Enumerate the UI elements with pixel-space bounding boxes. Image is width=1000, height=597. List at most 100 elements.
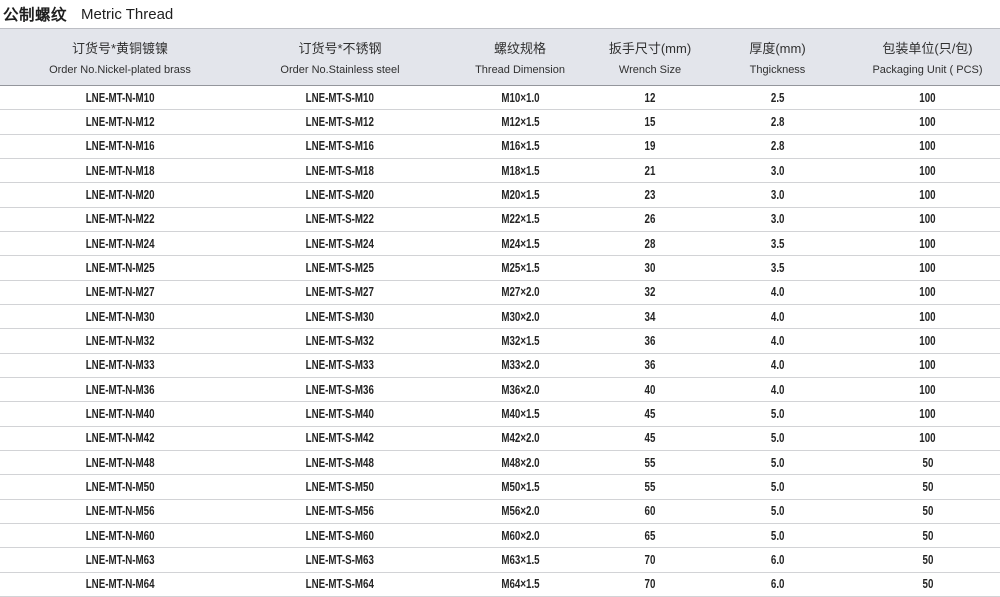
page-title: 公制螺纹 Metric Thread — [0, 0, 1000, 28]
table-cell-thickness: 3.0 — [700, 183, 855, 206]
table-cell-order-no-stainless: LNE-MT-S-M16 — [240, 135, 440, 158]
table-cell-wrench-size: 45 — [600, 427, 700, 450]
table-cell-order-no-brass: LNE-MT-N-M56 — [0, 500, 240, 523]
table-cell-wrench-size: 55 — [600, 451, 700, 474]
table-cell-thickness: 4.0 — [700, 305, 855, 328]
table-cell-packaging-unit: 100 — [855, 208, 1000, 231]
table-cell-packaging-unit: 100 — [855, 378, 1000, 401]
table-row: LNE-MT-N-M36 LNE-MT-S-M36 M36×2.0 40 4.0… — [0, 378, 1000, 402]
table-row: LNE-MT-N-M40 LNE-MT-S-M40 M40×1.5 45 5.0… — [0, 402, 1000, 426]
column-header-label-zh: 订货号*不锈钢 — [298, 38, 381, 57]
table-cell-packaging-unit: 100 — [855, 135, 1000, 158]
table-cell-wrench-size: 34 — [600, 305, 700, 328]
table-cell-order-no-stainless: LNE-MT-S-M27 — [240, 281, 440, 304]
table-cell-wrench-size: 36 — [600, 329, 700, 352]
table-cell-order-no-brass: LNE-MT-N-M16 — [0, 135, 240, 158]
column-header-thread-dimension: 螺纹规格 Thread Dimension — [440, 29, 600, 85]
table-cell-order-no-stainless: LNE-MT-S-M22 — [240, 208, 440, 231]
table-cell-order-no-stainless: LNE-MT-S-M36 — [240, 378, 440, 401]
table-cell-order-no-stainless: LNE-MT-S-M40 — [240, 402, 440, 425]
table-cell-order-no-stainless: LNE-MT-S-M20 — [240, 183, 440, 206]
table-cell-thickness: 6.0 — [700, 548, 855, 571]
table-row: LNE-MT-N-M22 LNE-MT-S-M22 M22×1.5 26 3.0… — [0, 208, 1000, 232]
table-cell-packaging-unit: 100 — [855, 183, 1000, 206]
table-cell-thickness: 5.0 — [700, 451, 855, 474]
table-row: LNE-MT-N-M56 LNE-MT-S-M56 M56×2.0 60 5.0… — [0, 500, 1000, 524]
table-cell-order-no-brass: LNE-MT-N-M33 — [0, 354, 240, 377]
table-cell-packaging-unit: 50 — [855, 524, 1000, 547]
table-cell-packaging-unit: 50 — [855, 500, 1000, 523]
table-row: LNE-MT-N-M30 LNE-MT-S-M30 M30×2.0 34 4.0… — [0, 305, 1000, 329]
table-cell-thickness: 4.0 — [700, 281, 855, 304]
catalog-page: 公制螺纹 Metric Thread 订货号*黄铜镀镍 Order No.Nic… — [0, 0, 1000, 597]
table-cell-wrench-size: 55 — [600, 475, 700, 498]
table-cell-order-no-brass: LNE-MT-N-M25 — [0, 256, 240, 279]
column-header-label-zh: 订货号*黄铜镀镍 — [72, 38, 168, 57]
column-header-order-no-stainless: 订货号*不锈钢 Order No.Stainless steel — [240, 29, 440, 85]
table-cell-order-no-brass: LNE-MT-N-M42 — [0, 427, 240, 450]
table-cell-order-no-stainless: LNE-MT-S-M64 — [240, 573, 440, 596]
column-header-label-en: Order No.Stainless steel — [280, 64, 399, 76]
table-cell-thread-dimension: M32×1.5 — [440, 329, 600, 352]
table-cell-wrench-size: 70 — [600, 573, 700, 596]
page-title-zh: 公制螺纹 — [3, 3, 67, 25]
table-cell-thread-dimension: M22×1.5 — [440, 208, 600, 231]
table-cell-order-no-stainless: LNE-MT-S-M50 — [240, 475, 440, 498]
table-cell-wrench-size: 12 — [600, 86, 700, 109]
table-cell-order-no-stainless: LNE-MT-S-M63 — [240, 548, 440, 571]
table-cell-order-no-brass: LNE-MT-N-M27 — [0, 281, 240, 304]
table-cell-wrench-size: 30 — [600, 256, 700, 279]
table-row: LNE-MT-N-M25 LNE-MT-S-M25 M25×1.5 30 3.5… — [0, 256, 1000, 280]
table-cell-order-no-stainless: LNE-MT-S-M32 — [240, 329, 440, 352]
table-cell-thread-dimension: M12×1.5 — [440, 110, 600, 133]
table-cell-thread-dimension: M33×2.0 — [440, 354, 600, 377]
table-cell-order-no-brass: LNE-MT-N-M50 — [0, 475, 240, 498]
table-cell-wrench-size: 45 — [600, 402, 700, 425]
table-row: LNE-MT-N-M27 LNE-MT-S-M27 M27×2.0 32 4.0… — [0, 281, 1000, 305]
table-cell-thickness: 2.5 — [700, 86, 855, 109]
table-cell-order-no-brass: LNE-MT-N-M10 — [0, 86, 240, 109]
table-cell-thread-dimension: M64×1.5 — [440, 573, 600, 596]
table-cell-thickness: 6.0 — [700, 573, 855, 596]
table-cell-order-no-brass: LNE-MT-N-M18 — [0, 159, 240, 182]
table-row: LNE-MT-N-M63 LNE-MT-S-M63 M63×1.5 70 6.0… — [0, 548, 1000, 572]
table-cell-packaging-unit: 100 — [855, 256, 1000, 279]
table-cell-order-no-stainless: LNE-MT-S-M42 — [240, 427, 440, 450]
table-cell-thread-dimension: M56×2.0 — [440, 500, 600, 523]
table-cell-order-no-brass: LNE-MT-N-M20 — [0, 183, 240, 206]
table-cell-wrench-size: 60 — [600, 500, 700, 523]
table-cell-thread-dimension: M48×2.0 — [440, 451, 600, 474]
table-cell-thickness: 5.0 — [700, 427, 855, 450]
table-row: LNE-MT-N-M32 LNE-MT-S-M32 M32×1.5 36 4.0… — [0, 329, 1000, 353]
table-cell-packaging-unit: 50 — [855, 573, 1000, 596]
table-cell-packaging-unit: 100 — [855, 159, 1000, 182]
table-cell-wrench-size: 32 — [600, 281, 700, 304]
table-cell-order-no-stainless: LNE-MT-S-M18 — [240, 159, 440, 182]
table-cell-wrench-size: 70 — [600, 548, 700, 571]
table-cell-wrench-size: 36 — [600, 354, 700, 377]
table-cell-order-no-stainless: LNE-MT-S-M10 — [240, 86, 440, 109]
column-header-label-en: Thgickness — [750, 64, 806, 76]
table-row: LNE-MT-N-M10 LNE-MT-S-M10 M10×1.0 12 2.5… — [0, 86, 1000, 110]
table-row: LNE-MT-N-M12 LNE-MT-S-M12 M12×1.5 15 2.8… — [0, 110, 1000, 134]
table-cell-thread-dimension: M42×2.0 — [440, 427, 600, 450]
table-cell-thread-dimension: M25×1.5 — [440, 256, 600, 279]
table-cell-thickness: 2.8 — [700, 135, 855, 158]
table-cell-order-no-brass: LNE-MT-N-M30 — [0, 305, 240, 328]
table-cell-order-no-brass: LNE-MT-N-M40 — [0, 402, 240, 425]
table-cell-thread-dimension: M18×1.5 — [440, 159, 600, 182]
table-cell-wrench-size: 19 — [600, 135, 700, 158]
table-cell-wrench-size: 15 — [600, 110, 700, 133]
table-cell-thread-dimension: M20×1.5 — [440, 183, 600, 206]
table-cell-wrench-size: 40 — [600, 378, 700, 401]
table-cell-thickness: 3.5 — [700, 256, 855, 279]
table-cell-order-no-stainless: LNE-MT-S-M30 — [240, 305, 440, 328]
table-cell-thickness: 5.0 — [700, 500, 855, 523]
table-cell-packaging-unit: 100 — [855, 86, 1000, 109]
table-row: LNE-MT-N-M33 LNE-MT-S-M33 M33×2.0 36 4.0… — [0, 354, 1000, 378]
table-row: LNE-MT-N-M50 LNE-MT-S-M50 M50×1.5 55 5.0… — [0, 475, 1000, 499]
column-header-label-zh: 螺纹规格 — [494, 38, 546, 57]
table-cell-packaging-unit: 50 — [855, 548, 1000, 571]
table-cell-thickness: 4.0 — [700, 378, 855, 401]
column-header-packaging-unit: 包装单位(只/包) Packaging Unit ( PCS) — [855, 29, 1000, 85]
